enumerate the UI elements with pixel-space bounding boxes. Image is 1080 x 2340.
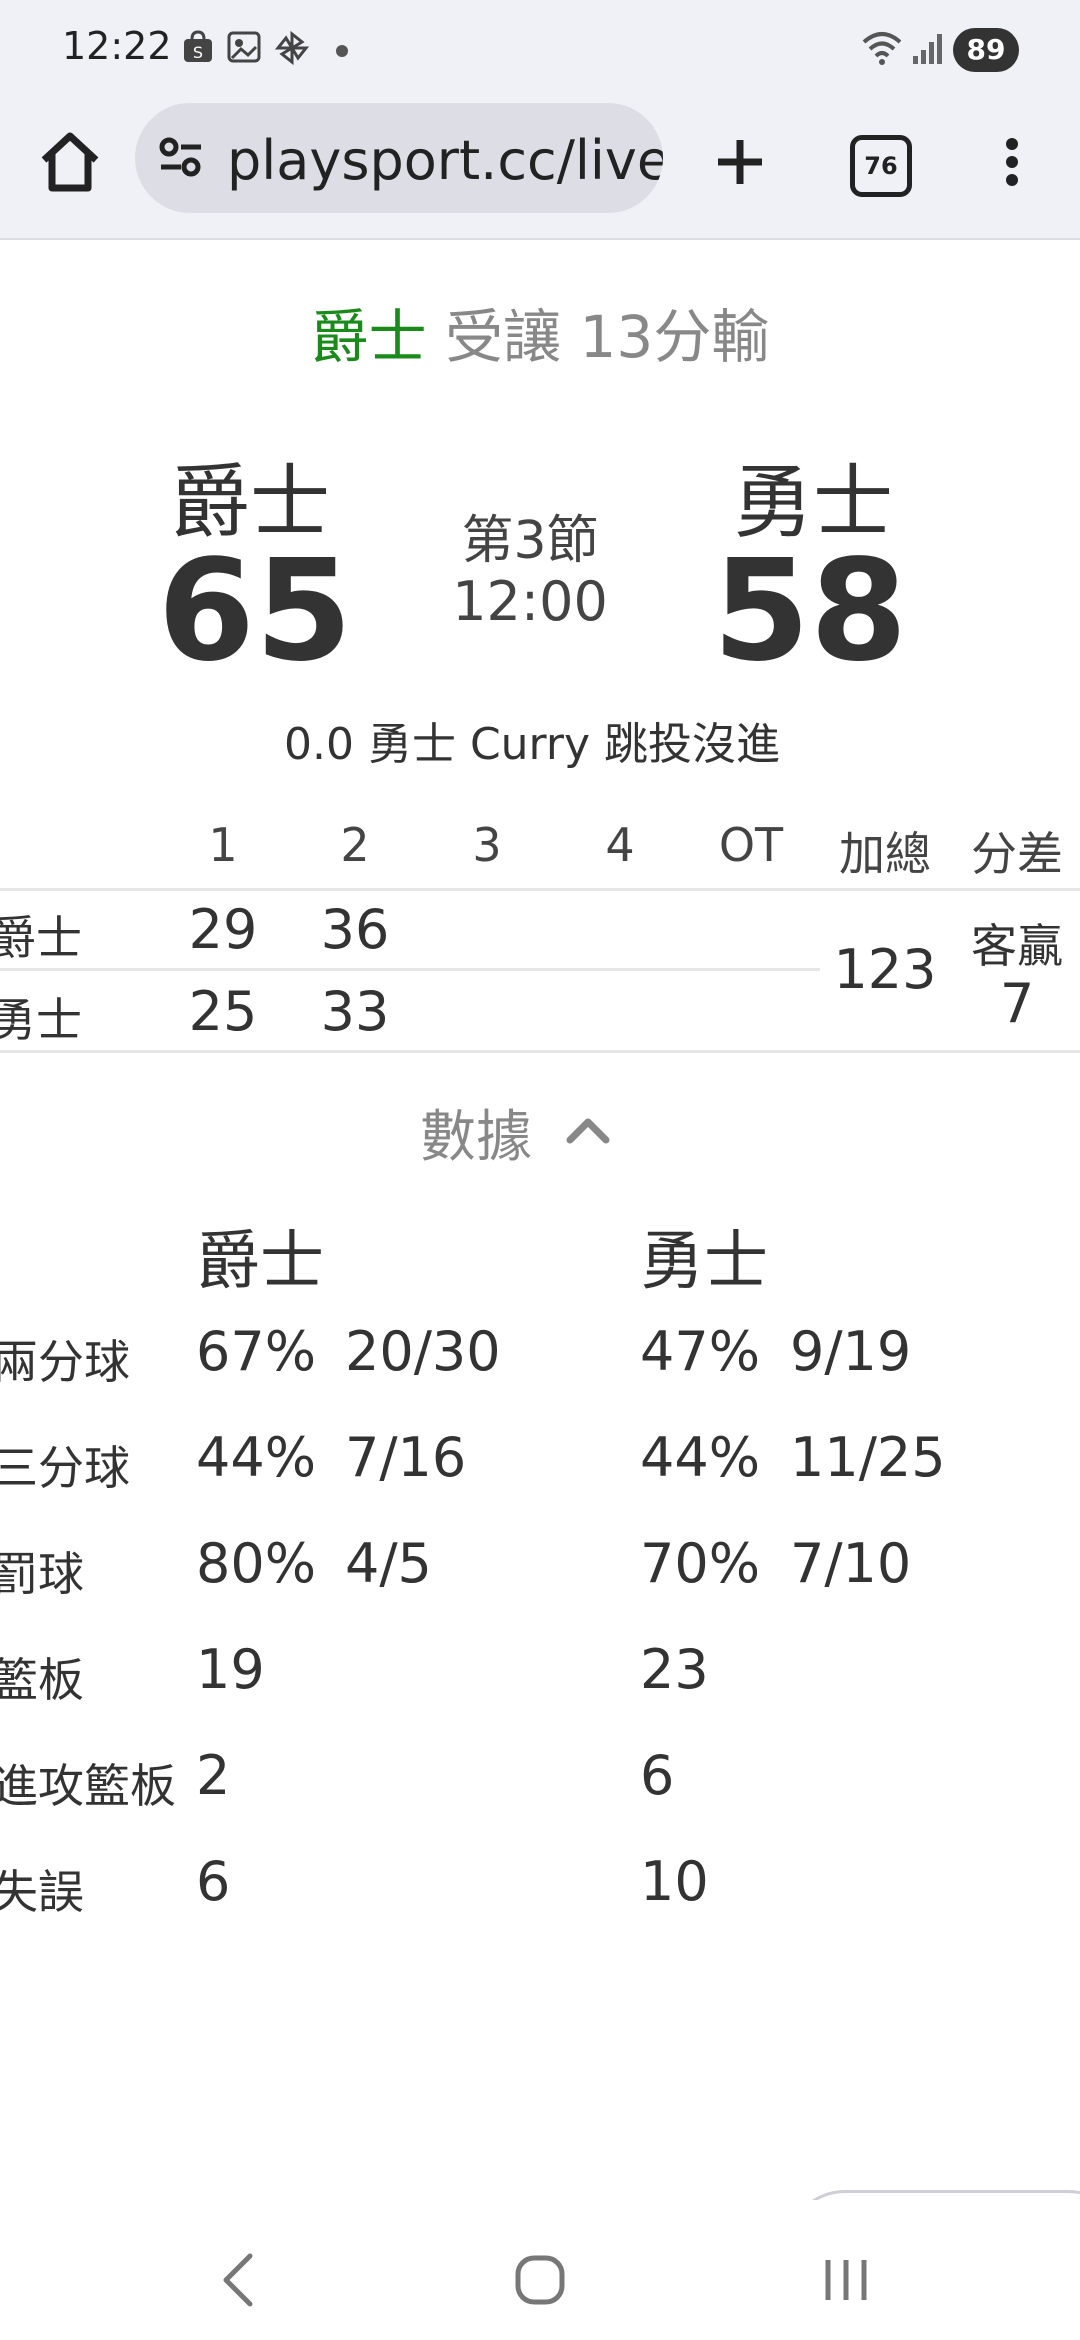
diff-header: 分差 [971, 827, 1063, 881]
stat-label: 罰球 [0, 1547, 84, 1601]
home-icon [41, 132, 99, 192]
quarter-header: OT [718, 818, 784, 872]
chevron-up-icon [566, 1118, 610, 1144]
total-score: 123 [833, 938, 937, 1001]
tab-switcher-button[interactable]: 76 [850, 135, 912, 197]
stat-label: 進攻籃板 [0, 1759, 176, 1813]
table-divider [0, 968, 820, 971]
stat-value: 11/25 [790, 1426, 946, 1489]
row-team-label: 勇士 [0, 993, 82, 1047]
game-period: 第3節 [461, 511, 599, 571]
stat-value: 9/19 [790, 1320, 912, 1383]
handicap-result: 爵士 受讓 13分輸 [0, 290, 1080, 374]
notification-dot-icon [336, 45, 348, 57]
recents-icon [825, 2260, 867, 2300]
stat-value: 2 [196, 1744, 231, 1807]
quarter-cell: 36 [320, 898, 390, 961]
quarter-header: 4 [605, 818, 635, 872]
table-divider [0, 1050, 1080, 1053]
new-tab-button[interactable] [700, 122, 780, 202]
stat-value: 44% [196, 1426, 317, 1489]
last-play-text: 0.0 勇士 Curry 跳投沒進 [284, 719, 780, 770]
stat-value: 7/16 [345, 1426, 467, 1489]
quarter-cell: 33 [320, 980, 390, 1043]
status-time: 12:22 [62, 24, 172, 68]
stat-value: 6 [196, 1850, 231, 1913]
stat-value: 19 [196, 1638, 265, 1701]
stat-value: 4/5 [345, 1532, 432, 1595]
home-nav-button[interactable] [500, 2240, 580, 2320]
quarter-header: 2 [340, 818, 370, 872]
quarter-header: 3 [472, 818, 502, 872]
url-text[interactable]: playsport.cc/live [227, 129, 663, 192]
battery-indicator: 89 [953, 28, 1019, 72]
recents-button[interactable] [806, 2240, 886, 2320]
more-menu-button[interactable] [990, 122, 1034, 202]
status-bar: 12:22 S 89 [0, 0, 1080, 100]
diff-value: 7 [999, 972, 1035, 1035]
screenshot-icon [226, 30, 262, 66]
stat-value: 23 [640, 1638, 709, 1701]
total-header: 加總 [839, 827, 931, 881]
stat-value: 10 [640, 1850, 709, 1913]
home-team-score: 58 [712, 530, 908, 693]
site-settings-icon[interactable] [157, 133, 205, 181]
signal-icon [910, 30, 946, 66]
back-chevron-icon [223, 2253, 253, 2307]
quarter-cell: 25 [188, 980, 258, 1043]
away-team-score: 65 [157, 530, 353, 693]
handicap-text: 受讓 13分輸 [445, 303, 770, 371]
browser-toolbar: playsport.cc/live 76 [0, 100, 1080, 240]
stats-team-a: 爵士 [196, 1225, 324, 1299]
handicap-team: 爵士 [310, 303, 427, 371]
stat-value: 20/30 [345, 1320, 501, 1383]
game-clock: 12:00 [452, 570, 608, 633]
stat-label: 三分球 [0, 1441, 130, 1495]
shopping-bag-icon: S [180, 30, 216, 66]
stat-value: 67% [196, 1320, 317, 1383]
quarter-header: 1 [208, 818, 238, 872]
address-bar[interactable]: playsport.cc/live [135, 103, 663, 213]
stat-label: 失誤 [0, 1865, 84, 1919]
row-team-label: 爵士 [0, 911, 82, 965]
stat-value: 80% [196, 1532, 317, 1595]
stat-value: 44% [640, 1426, 761, 1489]
stat-value: 6 [640, 1744, 675, 1807]
stat-label: 籃板 [0, 1653, 84, 1707]
table-divider [0, 888, 1080, 891]
home-button[interactable] [30, 122, 110, 202]
stats-toggle-label: 數據 [420, 1105, 532, 1170]
pinwheel-icon [274, 30, 310, 66]
diff-label: 客贏 [971, 919, 1063, 973]
home-circle-icon [515, 2255, 565, 2305]
stat-label: 兩分球 [0, 1335, 130, 1389]
stat-value: 7/10 [790, 1532, 912, 1595]
system-nav-bar [0, 2200, 1080, 2340]
quarter-cell: 29 [188, 898, 258, 961]
stat-value: 70% [640, 1532, 761, 1595]
stat-value: 47% [640, 1320, 761, 1383]
back-button[interactable] [200, 2240, 280, 2320]
wifi-icon [862, 30, 902, 66]
stats-team-b: 勇士 [640, 1225, 768, 1299]
more-vert-icon [1006, 138, 1018, 186]
stats-toggle-button[interactable]: 數據 [420, 1092, 660, 1172]
plus-icon [718, 140, 762, 184]
svg-text:S: S [193, 43, 203, 62]
